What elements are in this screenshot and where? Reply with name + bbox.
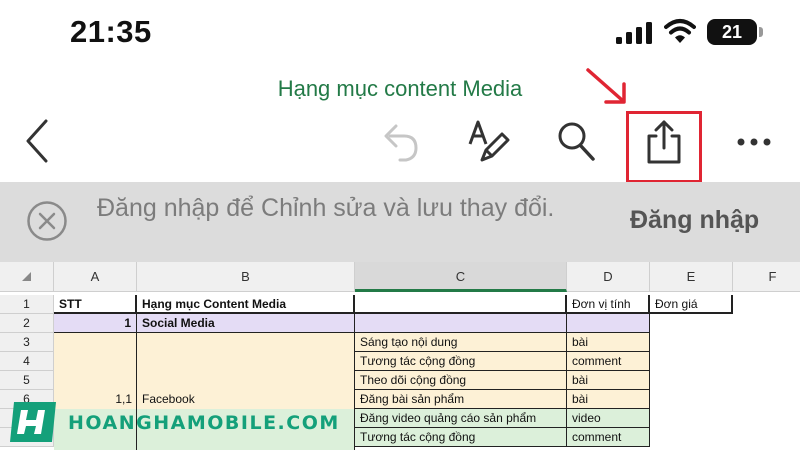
cell-c6[interactable]: Đăng bài sản phẩm — [355, 390, 567, 409]
row-header-2[interactable]: 2 — [0, 314, 54, 333]
cell-c1[interactable] — [355, 295, 567, 314]
column-header-b[interactable]: B — [137, 262, 355, 292]
cell-c4[interactable]: Tương tác cộng đồng — [355, 352, 567, 371]
corner-triangle-icon — [22, 272, 31, 281]
cell-c2[interactable] — [355, 314, 567, 333]
status-bar: 21:35 21 — [0, 0, 800, 64]
battery-indicator: 21 — [707, 19, 757, 45]
cell-c3[interactable]: Sáng tạo nội dung — [355, 333, 567, 352]
document-title[interactable]: Hạng mục content Media — [0, 76, 800, 102]
cell-d8[interactable]: comment — [567, 428, 650, 447]
column-header-e[interactable]: E — [650, 262, 733, 292]
cell-d1[interactable]: Đơn vị tính — [567, 295, 650, 314]
annotation-arrow-icon — [586, 68, 626, 104]
battery-nub — [759, 27, 763, 37]
cell-d2[interactable] — [567, 314, 650, 333]
cell-d6[interactable]: bài — [567, 390, 650, 409]
cell-d3[interactable]: bài — [567, 333, 650, 352]
cell-d7[interactable]: video — [567, 409, 650, 428]
column-header-d[interactable]: D — [567, 262, 650, 292]
row-header-4[interactable]: 4 — [0, 352, 54, 371]
row-header-5[interactable]: 5 — [0, 371, 54, 390]
row-header-3[interactable]: 3 — [0, 333, 54, 352]
more-icon[interactable] — [736, 136, 772, 148]
select-all-corner[interactable] — [0, 262, 54, 292]
watermark-text: HOANGHAMOBILE.COM — [68, 412, 340, 434]
back-chevron-icon[interactable] — [22, 118, 52, 164]
cell-e1[interactable]: Đơn giá — [650, 295, 733, 314]
close-banner-icon[interactable] — [26, 200, 68, 242]
cell-c5[interactable]: Theo dõi cộng đồng — [355, 371, 567, 390]
sign-in-banner: Đăng nhập để Chỉnh sửa và lưu thay đổi. … — [0, 182, 800, 262]
share-highlight-box — [626, 111, 702, 183]
text-format-icon[interactable] — [464, 118, 510, 164]
login-button[interactable]: Đăng nhập — [630, 206, 759, 235]
watermark: HOANGHAMOBILE.COM — [6, 400, 338, 444]
column-header-a[interactable]: A — [54, 262, 137, 292]
hoanghamobile-logo-icon — [10, 402, 56, 442]
battery-level-text: 21 — [721, 22, 743, 42]
cell-c8[interactable]: Tương tác cộng đồng — [355, 428, 567, 447]
cell-b2[interactable]: Social Media — [137, 314, 355, 333]
banner-message: Đăng nhập để Chỉnh sửa và lưu thay đổi. — [97, 194, 555, 222]
column-header-c[interactable]: C — [355, 262, 567, 292]
cell-b1[interactable]: Hạng mục Content Media — [137, 295, 355, 314]
column-header-f[interactable]: F — [733, 262, 800, 292]
row-header-1[interactable]: 1 — [0, 295, 54, 314]
cell-c7[interactable]: Đăng video quảng cáo sản phẩm — [355, 409, 567, 428]
cellular-signal-icon — [616, 22, 652, 44]
cell-d5[interactable]: bài — [567, 371, 650, 390]
undo-icon[interactable] — [378, 120, 422, 162]
cell-d4[interactable]: comment — [567, 352, 650, 371]
cell-a1[interactable]: STT — [54, 295, 137, 314]
search-icon[interactable] — [556, 120, 596, 162]
status-time: 21:35 — [70, 14, 152, 49]
wifi-icon — [664, 19, 696, 43]
cell-a2[interactable]: 1 — [54, 314, 137, 333]
